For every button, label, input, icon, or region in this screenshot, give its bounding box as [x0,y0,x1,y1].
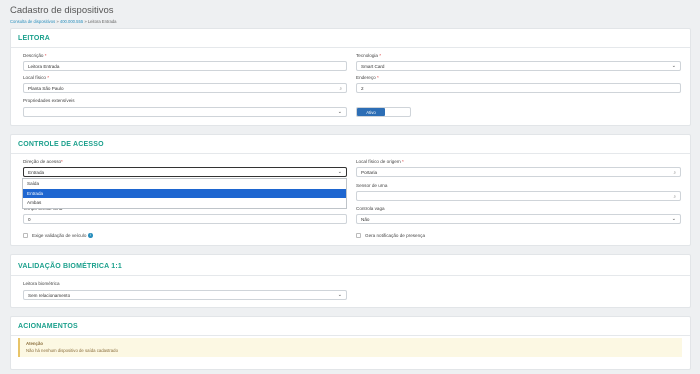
local-origem-label: Local físico de origem * [356,159,404,164]
chevron-down-icon: ⌄ [337,109,342,115]
leitora-biometrica-label: Leitora biométrica [23,281,60,286]
controla-vaga-select[interactable]: Não ⌄ [356,214,681,224]
breadcrumb-item-consulta[interactable]: Consulta de dispositivos [10,19,55,24]
tempo-sensor-input[interactable]: 0 [23,214,347,224]
card-divider [11,335,690,336]
direcao-dropdown-list[interactable]: Saída Entrada Ambas [22,178,347,209]
acionamentos-title: ACIONAMENTOS [18,323,78,330]
descricao-input[interactable]: Leitora Entrada [23,61,347,71]
local-origem-input[interactable]: Portaria ⌕ [356,167,681,177]
exige-validacao-label: Exige validação de veículo [32,233,87,238]
chevron-down-icon: ⌄ [671,63,676,69]
direcao-option-ambas[interactable]: Ambas [23,198,346,208]
local-fisico-label: Local físico * [23,75,50,80]
direcao-option-entrada[interactable]: Entrada [23,188,346,198]
endereco-input[interactable]: 2 [356,83,681,93]
endereco-label: Endereço * [356,75,379,80]
alert-text: Não há nenhum dispositivo de saída cadas… [26,348,118,353]
direcao-label: Direção de acesso* [23,159,63,164]
tecnologia-select[interactable]: Smart Card ⌄ [356,61,681,71]
gera-notificacao-label: Gera notificação de presença [365,233,426,238]
gera-notificacao-checkbox[interactable]: Gera notificação de presença [356,233,425,238]
alert-title: Atenção [26,341,43,346]
leitora-biometrica-select[interactable]: Sem relacionamento ⌄ [23,290,347,300]
info-icon[interactable]: i [88,233,93,238]
search-icon[interactable]: ⌕ [673,194,676,199]
biometria-card: VALIDAÇÃO BIOMÉTRICA 1:1 Leitora biométr… [10,254,691,308]
page-title: Cadastro de dispositivos [10,5,114,16]
sensor-urna-input[interactable]: ⌕ [356,191,681,201]
page-header: Cadastro de dispositivos Consulta de dis… [10,5,116,24]
breadcrumb-separator: » [56,19,59,24]
descricao-label: Descrição * [23,53,47,58]
controle-title: CONTROLE DE ACESSO [18,141,104,148]
checkbox[interactable] [356,233,361,238]
exige-validacao-checkbox[interactable]: Exige validação de veículo i [23,233,93,238]
acionamentos-card: ACIONAMENTOS Atenção Não há nenhum dispo… [10,316,691,370]
leitora-card: LEITORA Descrição * Leitora Entrada Tecn… [10,28,691,126]
propriedades-label: Propriedades extensíveis [23,98,75,103]
breadcrumb: Consulta de dispositivos » 400.000.555 »… [10,19,116,24]
chevron-down-icon: ⌄ [337,169,342,175]
direcao-select[interactable]: Entrada ⌄ [23,167,347,177]
card-divider [11,47,690,48]
checkbox[interactable] [23,233,28,238]
ativo-toggle[interactable]: Ativo [356,107,411,117]
biometria-title: VALIDAÇÃO BIOMÉTRICA 1:1 [18,263,122,270]
card-divider [11,275,690,276]
search-icon[interactable]: ⌕ [673,170,676,175]
chevron-down-icon: ⌄ [671,216,676,222]
local-fisico-input[interactable]: Planta São Paulo ⌕ [23,83,347,93]
propriedades-select[interactable]: ⌄ [23,107,347,117]
chevron-down-icon: ⌄ [337,292,342,298]
breadcrumb-item-id[interactable]: 400.000.555 [60,19,83,24]
ativo-toggle-label: Ativo [357,108,385,116]
sensor-urna-label: Sensor de urna [356,183,388,188]
warning-alert: Atenção Não há nenhum dispositivo de saí… [18,338,682,357]
breadcrumb-separator: » [84,19,87,24]
leitora-title: LEITORA [18,35,50,42]
search-icon[interactable]: ⌕ [339,86,342,91]
tecnologia-label: Tecnologia * [356,53,382,58]
breadcrumb-item-current: Leitora Entrada [87,19,117,24]
controla-vaga-label: Controla vaga [356,206,385,211]
direcao-option-saida[interactable]: Saída [23,179,346,189]
card-divider [11,153,690,154]
